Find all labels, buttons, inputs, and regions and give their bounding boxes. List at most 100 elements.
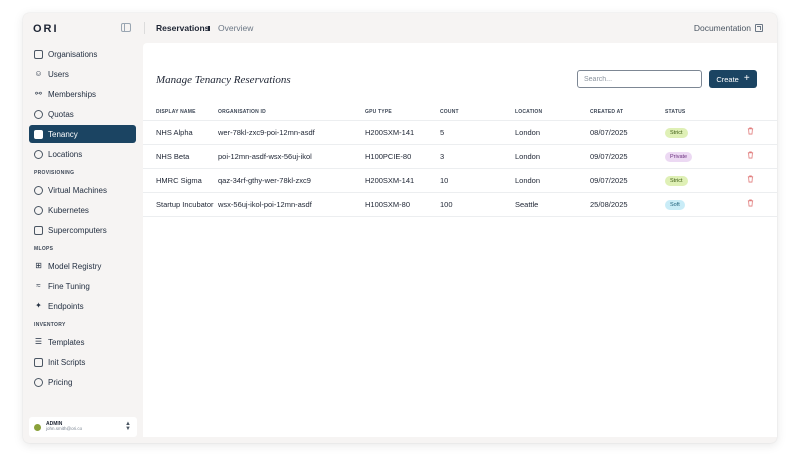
sidebar-item-model-registry[interactable]: ⊞ Model Registry bbox=[29, 257, 136, 275]
column-header-actions bbox=[735, 104, 777, 120]
cell-actions bbox=[735, 167, 777, 192]
table-header-row: DISPLAY NAME ORGANISATION ID GPU TYPE CO… bbox=[143, 104, 777, 120]
column-header-count[interactable]: COUNT bbox=[440, 104, 515, 120]
app-window: ORI Reservations Overview Documentation … bbox=[23, 13, 777, 443]
sidebar-item-label: Pricing bbox=[48, 377, 73, 387]
sidebar-item-kubernetes[interactable]: Kubernetes bbox=[29, 201, 136, 219]
cell-gpu-type: H200SXM-141 bbox=[365, 167, 440, 192]
breadcrumb-separator bbox=[208, 26, 210, 31]
documentation-label: Documentation bbox=[693, 23, 751, 33]
cell-count: 10 bbox=[440, 167, 515, 192]
sidebar-item-supercomputers[interactable]: Supercomputers bbox=[29, 221, 136, 239]
sidebar-item-label: Kubernetes bbox=[48, 205, 89, 215]
user-menu[interactable]: ADMIN john.smith@ori.co ▲ ▼ bbox=[29, 417, 137, 437]
sidebar-item-fine-tuning[interactable]: ≈ Fine Tuning bbox=[29, 277, 136, 295]
cell-status: Private bbox=[665, 143, 735, 168]
sidebar-item-endpoints[interactable]: ✦ Endpoints bbox=[29, 297, 136, 315]
sidebar-item-pricing[interactable]: Pricing bbox=[29, 373, 136, 391]
sidebar-toggle-icon[interactable] bbox=[121, 23, 131, 32]
cell-display-name: HMRC Sigma bbox=[143, 167, 218, 192]
reservations-table: DISPLAY NAME ORGANISATION ID GPU TYPE CO… bbox=[143, 104, 777, 217]
column-header-display-name[interactable]: DISPLAY NAME bbox=[143, 104, 218, 120]
sidebar-item-virtual-machines[interactable]: Virtual Machines bbox=[29, 181, 136, 199]
breadcrumb-reservations[interactable]: Reservations bbox=[156, 23, 209, 33]
cell-created-at: 09/07/2025 bbox=[590, 167, 665, 192]
sidebar-item-label: Supercomputers bbox=[48, 225, 107, 235]
sidebar-item-label: Virtual Machines bbox=[48, 185, 107, 195]
cell-created-at: 25/08/2025 bbox=[590, 191, 665, 217]
sidebar-item-locations[interactable]: Locations bbox=[29, 145, 136, 163]
sidebar-item-label: Users bbox=[48, 69, 69, 79]
column-header-location[interactable]: LOCATION bbox=[515, 104, 590, 120]
chevron-up-down-icon: ▲ ▼ bbox=[125, 421, 131, 432]
sidebar-item-organisations[interactable]: Organisations bbox=[29, 45, 136, 63]
delete-icon[interactable] bbox=[747, 199, 754, 207]
breadcrumb-overview[interactable]: Overview bbox=[218, 23, 253, 33]
endpoint-icon: ✦ bbox=[35, 301, 42, 310]
cell-actions bbox=[735, 191, 777, 217]
column-header-status[interactable]: STATUS bbox=[665, 104, 735, 120]
sidebar-item-label: Fine Tuning bbox=[48, 281, 90, 291]
delete-icon[interactable] bbox=[747, 175, 754, 183]
cell-actions bbox=[735, 119, 777, 144]
status-badge: Strict bbox=[665, 175, 688, 186]
user-plus-icon: ⚯ bbox=[35, 89, 42, 98]
delete-icon[interactable] bbox=[747, 151, 754, 159]
table-row[interactable]: HMRC Sigma qaz-34rf-gthy-wer-78kl-zxc9 H… bbox=[143, 167, 777, 192]
external-link-icon bbox=[755, 24, 763, 32]
lock-icon bbox=[34, 129, 43, 139]
cell-count: 100 bbox=[440, 191, 515, 217]
cell-gpu-type: H100PCIE-80 bbox=[365, 143, 440, 168]
create-button-label: Create bbox=[716, 74, 739, 84]
server-icon bbox=[34, 225, 43, 235]
documentation-link[interactable]: Documentation bbox=[694, 23, 763, 33]
page-title: Manage Tenancy Reservations bbox=[156, 74, 291, 86]
ori-logo[interactable]: ORI bbox=[33, 23, 59, 35]
cell-count: 5 bbox=[440, 119, 515, 144]
cell-location: London bbox=[515, 119, 590, 144]
column-header-organisation-id[interactable]: ORGANISATION ID bbox=[218, 104, 365, 120]
cell-organisation-id: poi-12mn-asdf-wsx-56uj-ikol bbox=[218, 143, 365, 168]
top-bar: ORI Reservations Overview Documentation bbox=[23, 13, 777, 43]
cell-location: London bbox=[515, 143, 590, 168]
sidebar-item-label: Quotas bbox=[48, 109, 74, 119]
plus-icon: + bbox=[743, 73, 750, 84]
sidebar-item-memberships[interactable]: ⚯ Memberships bbox=[29, 85, 136, 103]
cell-count: 3 bbox=[440, 143, 515, 168]
cell-gpu-type: H100SXM-80 bbox=[365, 191, 440, 217]
sidebar-item-quotas[interactable]: Quotas bbox=[29, 105, 136, 123]
sidebar-item-users[interactable]: ☺ Users bbox=[29, 65, 136, 83]
sidebar-item-init-scripts[interactable]: Init Scripts bbox=[29, 353, 136, 371]
kubernetes-icon bbox=[34, 205, 43, 215]
avatar bbox=[34, 423, 41, 431]
user-email: john.smith@ori.co bbox=[46, 426, 83, 432]
globe-icon bbox=[34, 185, 43, 195]
sidebar-item-templates[interactable]: ☰ Templates bbox=[29, 333, 136, 351]
section-label-mlops: MLOPS bbox=[34, 246, 54, 252]
sidebar-item-label: Endpoints bbox=[48, 301, 84, 311]
sidebar-item-label: Organisations bbox=[48, 49, 98, 59]
users-icon: ☺ bbox=[34, 69, 43, 78]
terminal-icon bbox=[34, 357, 43, 367]
cell-location: London bbox=[515, 167, 590, 192]
table-row[interactable]: NHS Alpha wer-78kl-zxc9-poi-12mn-asdf H2… bbox=[143, 119, 777, 144]
layers-icon: ☰ bbox=[34, 337, 43, 346]
column-header-created-at[interactable]: CREATED AT bbox=[590, 104, 665, 120]
cell-display-name: NHS Alpha bbox=[143, 119, 218, 144]
search-input[interactable] bbox=[577, 70, 702, 88]
status-badge: Soft bbox=[665, 199, 685, 210]
status-badge: Strict bbox=[665, 127, 688, 138]
cell-gpu-type: H200SXM-141 bbox=[365, 119, 440, 144]
create-button[interactable]: Create + bbox=[709, 70, 757, 88]
delete-icon[interactable] bbox=[747, 127, 754, 135]
sidebar-item-label: Tenancy bbox=[48, 129, 78, 139]
section-label-provisioning: PROVISIONING bbox=[34, 170, 75, 176]
cell-organisation-id: wsx-56uj-ikol-poi-12mn-asdf bbox=[218, 191, 365, 217]
cell-status: Strict bbox=[665, 119, 735, 144]
cell-organisation-id: qaz-34rf-gthy-wer-78kl-zxc9 bbox=[218, 167, 365, 192]
sidebar-item-label: Locations bbox=[48, 149, 83, 159]
column-header-gpu-type[interactable]: GPU TYPE bbox=[365, 104, 440, 120]
sidebar-item-tenancy[interactable]: Tenancy bbox=[29, 125, 136, 143]
table-row[interactable]: NHS Beta poi-12mn-asdf-wsx-56uj-ikol H10… bbox=[143, 143, 777, 168]
table-row[interactable]: Startup Incubator wsx-56uj-ikol-poi-12mn… bbox=[143, 191, 777, 217]
